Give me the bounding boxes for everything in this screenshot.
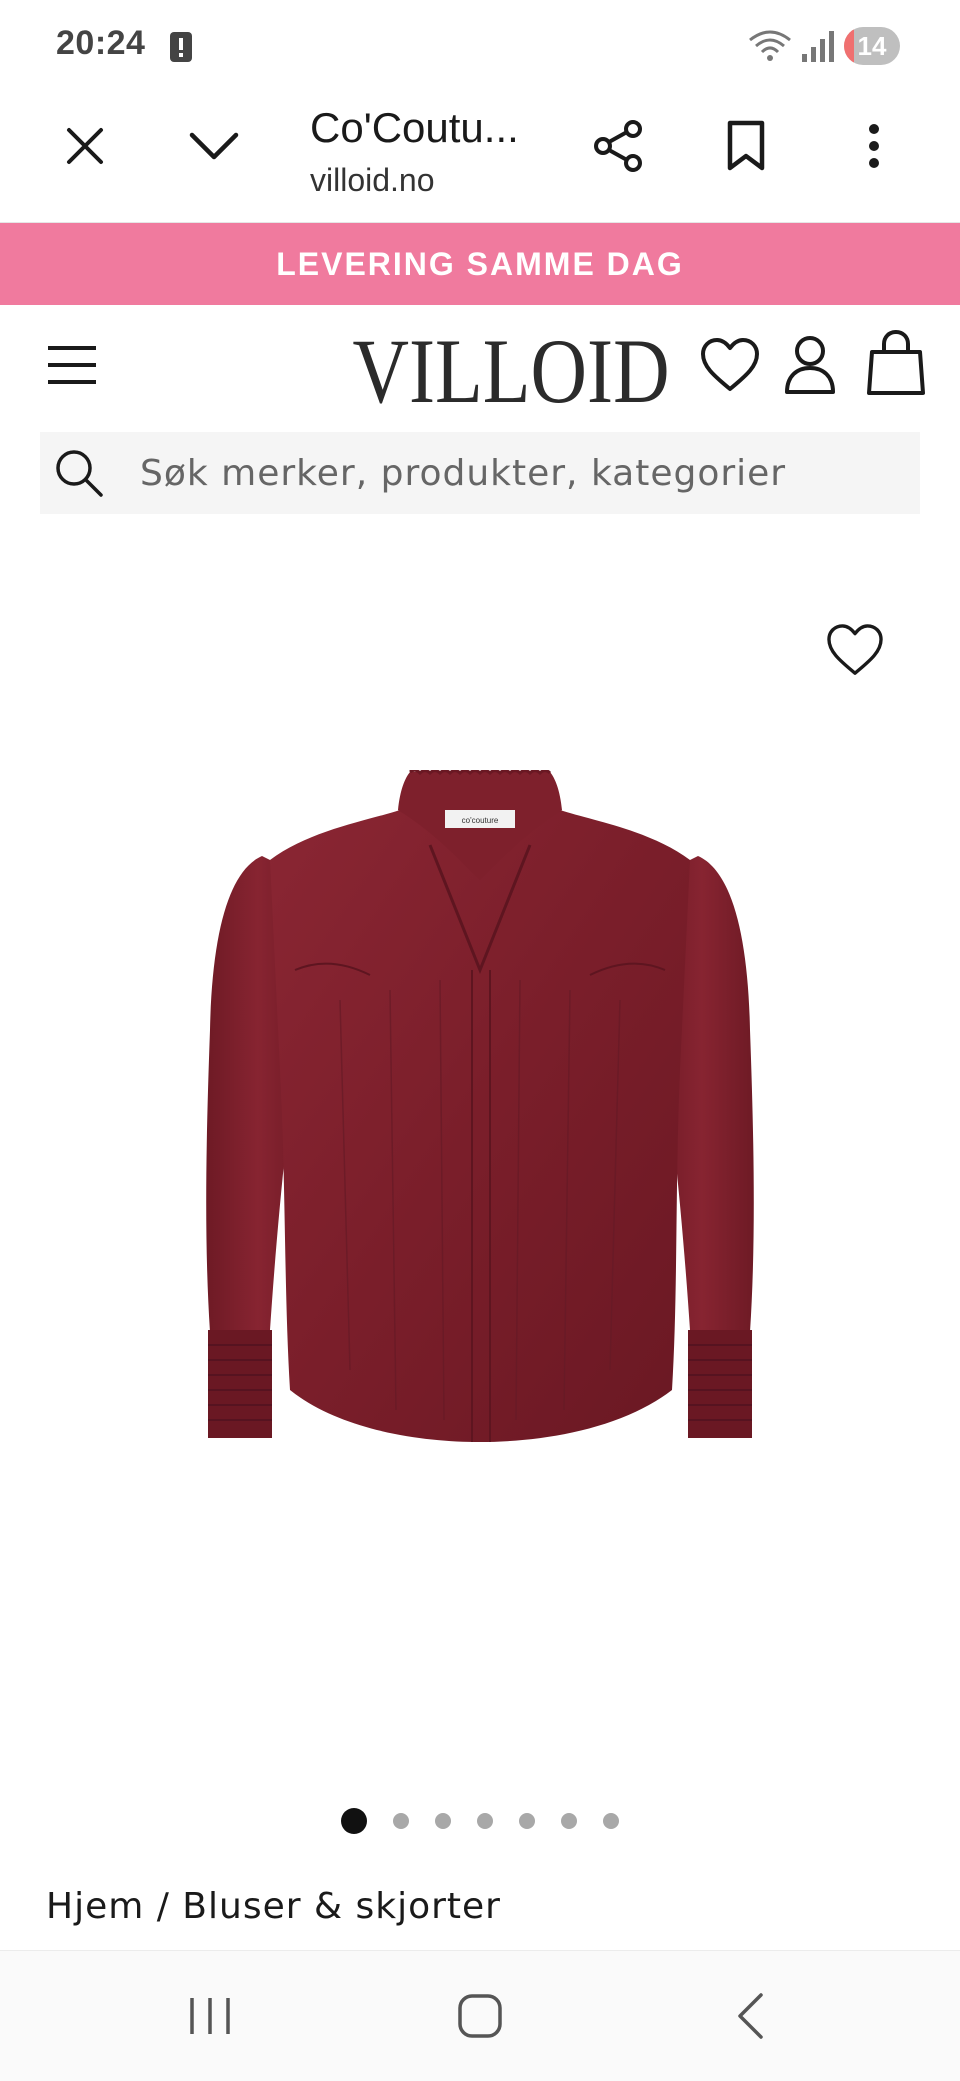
carousel-dot[interactable] [393,1813,409,1829]
heart-icon [701,338,759,391]
carousel-dot[interactable] [603,1813,619,1829]
hamburger-icon [48,346,96,384]
search-input[interactable] [138,451,902,495]
carousel-dot[interactable] [435,1813,451,1829]
status-bar: 20:24 14 [0,0,960,92]
recent-apps-icon [190,1998,230,2034]
home-icon [458,1994,502,2038]
bookmark-button[interactable] [706,106,786,186]
promo-banner[interactable]: LEVERING SAMME DAG [0,223,960,305]
signal-icon [802,31,834,62]
breadcrumb[interactable]: Hjem / Bluser & skjorter [46,1886,501,1927]
status-right: 14 [748,26,900,66]
search-bar[interactable] [40,432,920,514]
user-icon [785,336,835,394]
brand-label: co'couture [462,816,499,825]
product-image: co'couture [206,770,754,1442]
minimize-button[interactable] [174,106,254,186]
battery-indicator: 14 [844,27,900,65]
recent-apps-button[interactable] [160,1971,260,2061]
carousel-dot[interactable] [561,1813,577,1829]
search-icon [48,442,110,504]
share-icon [594,120,642,172]
heart-icon [827,624,883,675]
bookmark-icon [727,120,765,171]
browser-toolbar: Co'Coutu... villoid.no [0,92,960,223]
page-info[interactable]: Co'Coutu... villoid.no [310,96,550,200]
close-tab-button[interactable] [45,106,125,186]
add-to-wishlist-button[interactable] [820,615,890,685]
chevron-down-icon [189,132,239,160]
back-button[interactable] [700,1971,800,2061]
more-options-button[interactable] [834,106,914,186]
image-carousel-dots [0,1808,960,1834]
account-button[interactable] [770,325,850,405]
more-vertical-icon [869,124,879,168]
system-nav-bar [0,1950,960,2081]
carousel-dot[interactable] [341,1808,367,1834]
carousel-dot[interactable] [477,1813,493,1829]
share-button[interactable] [578,106,658,186]
site-header: VILLOID [0,305,960,425]
wishlist-button[interactable] [690,325,770,405]
back-icon [738,1993,763,2039]
home-button[interactable] [430,1971,530,2061]
shopping-bag-icon [867,330,925,395]
page-url: villoid.no [310,162,435,198]
cart-button[interactable] [856,323,936,403]
carousel-dot[interactable] [519,1813,535,1829]
page-title: Co'Coutu... [310,104,519,151]
site-logo[interactable]: VILLOID [353,311,670,431]
close-icon [67,128,103,164]
status-time: 20:24 [56,24,146,62]
alert-icon [170,32,192,62]
wifi-icon [749,30,791,61]
menu-button[interactable] [32,325,112,405]
product-gallery[interactable]: co'couture [0,520,960,1790]
